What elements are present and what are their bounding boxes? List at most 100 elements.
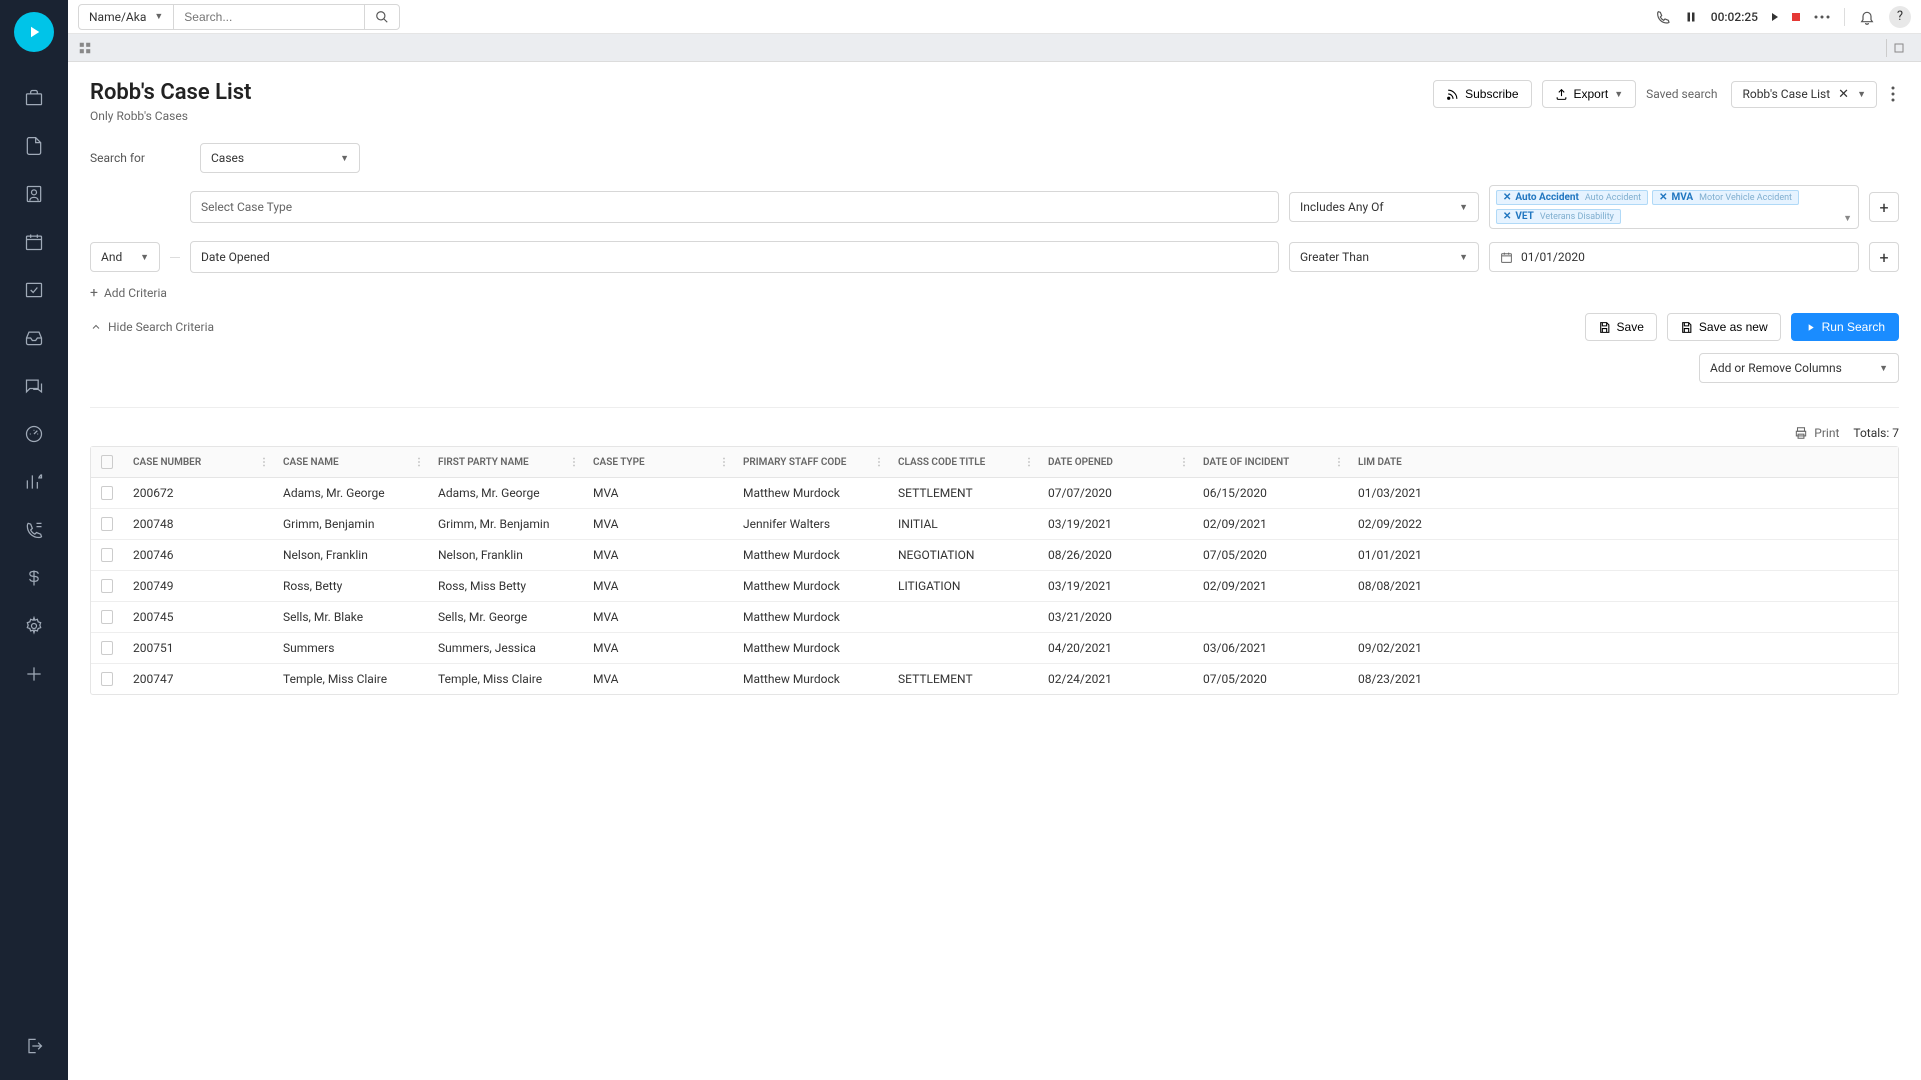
add-plus-icon[interactable] xyxy=(20,660,48,688)
column-header[interactable]: DATE OF INCIDENT⋮ xyxy=(1193,447,1348,477)
row-checkbox[interactable] xyxy=(101,548,113,562)
saved-search-selector[interactable]: Robb's Case List ✕ ▼ xyxy=(1731,81,1877,108)
dashboard-gauge-icon[interactable] xyxy=(20,420,48,448)
search-type-dropdown[interactable]: Name/Aka ▼ xyxy=(78,4,174,30)
search-type-label: Name/Aka xyxy=(89,10,146,24)
table-row[interactable]: 200745Sells, Mr. BlakeSells, Mr. GeorgeM… xyxy=(91,602,1898,633)
calendar-icon xyxy=(1500,251,1513,264)
hide-criteria-toggle[interactable]: Hide Search Criteria xyxy=(90,320,214,334)
remove-tag-icon[interactable]: ✕ xyxy=(1503,211,1511,222)
table-row[interactable]: 200747Temple, Miss ClaireTemple, Miss Cl… xyxy=(91,664,1898,694)
search-for-select[interactable]: Cases ▼ xyxy=(200,143,360,173)
global-search-input[interactable] xyxy=(174,4,364,30)
table-row[interactable]: 200672Adams, Mr. GeorgeAdams, Mr. George… xyxy=(91,478,1898,509)
table-row[interactable]: 200751SummersSummers, JessicaMVAMatthew … xyxy=(91,633,1898,664)
column-header[interactable]: LIM DATE xyxy=(1348,447,1468,477)
more-actions-kebab[interactable] xyxy=(1887,82,1899,106)
caret-down-icon: ▼ xyxy=(154,11,163,22)
filter-tag[interactable]: ✕MVAMotor Vehicle Accident xyxy=(1652,190,1799,205)
search-for-label: Search for xyxy=(90,151,190,165)
save-button[interactable]: Save xyxy=(1585,313,1657,341)
column-menu-icon[interactable]: ⋮ xyxy=(1024,457,1034,468)
column-header[interactable]: CASE TYPE⋮ xyxy=(583,447,733,477)
remove-tag-icon[interactable]: ✕ xyxy=(1659,192,1667,203)
column-menu-icon[interactable]: ⋮ xyxy=(1334,457,1344,468)
cell-case-number: 200747 xyxy=(123,664,273,694)
columns-select[interactable]: Add or Remove Columns ▼ xyxy=(1699,353,1899,383)
column-header[interactable]: FIRST PARTY NAME⋮ xyxy=(428,447,583,477)
row-checkbox[interactable] xyxy=(101,610,113,624)
more-dots-icon[interactable] xyxy=(1814,15,1830,19)
add-criteria-link[interactable]: + Add Criteria xyxy=(90,285,1899,301)
caret-down-icon: ▼ xyxy=(340,153,349,164)
row-checkbox[interactable] xyxy=(101,486,113,500)
criteria-field-select[interactable]: Date Opened xyxy=(190,241,1279,273)
pause-icon[interactable] xyxy=(1685,11,1697,23)
chat-icon[interactable] xyxy=(20,372,48,400)
row-checkbox[interactable] xyxy=(101,672,113,686)
run-search-button[interactable]: Run Search xyxy=(1791,313,1899,341)
row-checkbox[interactable] xyxy=(101,517,113,531)
settings-gear-icon[interactable] xyxy=(20,612,48,640)
table-row[interactable]: 200748Grimm, BenjaminGrimm, Mr. Benjamin… xyxy=(91,509,1898,540)
criteria-field-select[interactable]: Select Case Type xyxy=(190,191,1279,223)
column-header[interactable]: CASE NAME⋮ xyxy=(273,447,428,477)
filter-tag[interactable]: ✕Auto AccidentAuto Accident xyxy=(1496,190,1648,205)
column-header[interactable]: CASE NUMBER⋮ xyxy=(123,447,273,477)
column-header[interactable]: CLASS CODE TITLE⋮ xyxy=(888,447,1038,477)
print-button[interactable]: Print xyxy=(1794,426,1839,440)
save-as-new-button[interactable]: Save as new xyxy=(1667,313,1781,341)
column-header[interactable]: DATE OPENED⋮ xyxy=(1038,447,1193,477)
briefcase-icon[interactable] xyxy=(20,84,48,112)
remove-tag-icon[interactable]: ✕ xyxy=(1503,192,1511,203)
criteria-value-tags[interactable]: ✕Auto AccidentAuto Accident ✕MVAMotor Veh… xyxy=(1489,185,1859,229)
help-icon[interactable]: ? xyxy=(1889,6,1911,28)
calendar-icon[interactable] xyxy=(20,228,48,256)
table-row[interactable]: 200749Ross, BettyRoss, Miss BettyMVAMatt… xyxy=(91,571,1898,602)
column-menu-icon[interactable]: ⋮ xyxy=(719,457,729,468)
caret-down-icon: ▼ xyxy=(1459,202,1468,213)
logout-icon[interactable] xyxy=(20,1032,48,1060)
table-header-row: CASE NUMBER⋮ CASE NAME⋮ FIRST PARTY NAME… xyxy=(91,447,1898,478)
inbox-icon[interactable] xyxy=(20,324,48,352)
criteria-date-input[interactable]: 01/01/2020 xyxy=(1489,242,1859,272)
phone-icon[interactable] xyxy=(1655,9,1671,25)
filter-tag[interactable]: ✕VETVeterans Disability xyxy=(1496,209,1621,224)
column-header[interactable]: PRIMARY STAFF CODE⋮ xyxy=(733,447,888,477)
criteria-operator-select[interactable]: Greater Than ▼ xyxy=(1289,242,1479,272)
subscribe-button[interactable]: Subscribe xyxy=(1433,80,1531,108)
join-operator-select[interactable]: And ▼ xyxy=(90,242,160,272)
column-menu-icon[interactable]: ⋮ xyxy=(874,457,884,468)
column-menu-icon[interactable]: ⋮ xyxy=(259,457,269,468)
notification-bell-icon[interactable] xyxy=(1859,9,1875,25)
cell-case-type: MVA xyxy=(583,509,733,539)
phone-list-icon[interactable] xyxy=(20,516,48,544)
table-row[interactable]: 200746Nelson, FranklinNelson, FranklinMV… xyxy=(91,540,1898,571)
cell-case-type: MVA xyxy=(583,571,733,601)
document-icon[interactable] xyxy=(20,132,48,160)
search-button[interactable] xyxy=(364,4,400,30)
close-x-icon[interactable]: ✕ xyxy=(1838,87,1849,102)
cell-primary-staff: Matthew Murdock xyxy=(733,602,888,632)
select-all-checkbox[interactable] xyxy=(101,455,113,469)
add-criteria-row-button[interactable]: + xyxy=(1869,192,1899,222)
task-check-icon[interactable] xyxy=(20,276,48,304)
app-logo[interactable] xyxy=(14,12,54,52)
stop-record-icon[interactable] xyxy=(1792,13,1800,21)
maximize-icon[interactable] xyxy=(1886,39,1911,57)
row-checkbox[interactable] xyxy=(101,579,113,593)
row-checkbox[interactable] xyxy=(101,641,113,655)
column-menu-icon[interactable]: ⋮ xyxy=(569,457,579,468)
contact-icon[interactable] xyxy=(20,180,48,208)
analytics-chart-icon[interactable] xyxy=(20,468,48,496)
column-menu-icon[interactable]: ⋮ xyxy=(1179,457,1189,468)
cell-class-code: INITIAL xyxy=(888,509,1038,539)
money-icon[interactable] xyxy=(20,564,48,592)
column-menu-icon[interactable]: ⋮ xyxy=(414,457,424,468)
add-criteria-row-button[interactable]: + xyxy=(1869,242,1899,272)
cell-date-incident: 06/15/2020 xyxy=(1193,478,1348,508)
apps-grid-icon[interactable] xyxy=(78,41,92,55)
export-button[interactable]: Export ▼ xyxy=(1542,80,1637,108)
criteria-operator-select[interactable]: Includes Any Of ▼ xyxy=(1289,192,1479,222)
play-icon[interactable] xyxy=(1772,13,1778,21)
